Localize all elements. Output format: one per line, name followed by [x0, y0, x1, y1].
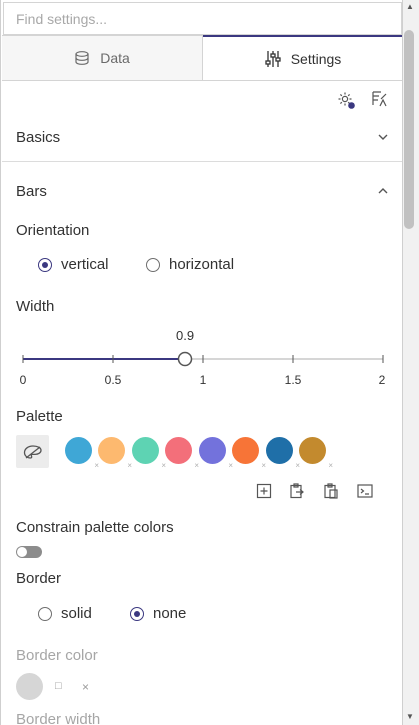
scroll-down-arrow-icon[interactable]: ▼ — [404, 712, 416, 722]
clear-icon[interactable]: × — [82, 680, 89, 694]
border-label: Border — [16, 570, 62, 587]
copy-icon[interactable] — [289, 483, 305, 499]
toolbar-icons — [336, 90, 388, 110]
section-basics-title: Basics — [16, 128, 61, 146]
radio-none[interactable]: none — [130, 605, 186, 622]
palette-icon — [23, 444, 42, 459]
radio-none-label: none — [153, 605, 187, 622]
remove-color-icon[interactable]: × — [161, 461, 166, 470]
paste-icon[interactable] — [323, 483, 339, 499]
radio-vertical-label: vertical — [61, 256, 109, 273]
tab-bar: Data Settings — [2, 35, 402, 81]
database-icon — [75, 51, 89, 65]
remove-color-icon[interactable]: × — [328, 461, 333, 470]
palette-label: Palette — [16, 408, 63, 425]
scrollbar-thumb[interactable] — [404, 30, 414, 229]
radio-horizontal-label: horizontal — [169, 256, 235, 273]
palette-swatch[interactable]: × — [132, 437, 166, 470]
gear-icon[interactable] — [336, 90, 356, 110]
remove-color-icon[interactable]: × — [194, 461, 199, 470]
palette-swatch[interactable]: × — [165, 437, 199, 470]
empty-square-icon[interactable]: □ — [55, 680, 62, 692]
radio-horizontal-indicator — [146, 257, 160, 272]
section-basics[interactable]: Basics — [2, 112, 402, 162]
width-slider[interactable] — [15, 348, 389, 370]
palette-swatch[interactable]: × — [299, 437, 333, 470]
search-input[interactable] — [16, 10, 389, 27]
radio-none-indicator — [130, 606, 144, 621]
border-color-label: Border color — [16, 647, 98, 664]
code-config-icon[interactable] — [370, 90, 388, 108]
slider-thumb[interactable] — [177, 351, 193, 367]
divider — [2, 161, 402, 162]
tick-label: 1.5 — [284, 373, 302, 387]
orientation-label: Orientation — [16, 222, 90, 239]
search-box[interactable] — [3, 2, 402, 35]
settings-panel: Data Settings Basics — [0, 0, 403, 725]
radio-solid-label: solid — [61, 605, 92, 622]
chevron-down-icon — [378, 134, 388, 140]
scroll-up-arrow-icon[interactable]: ▲ — [404, 2, 416, 12]
add-icon[interactable] — [256, 483, 272, 499]
radio-solid-indicator — [38, 606, 52, 621]
border-width-label: Border width — [16, 711, 101, 725]
section-bars-title: Bars — [16, 182, 47, 200]
chevron-up-icon — [378, 188, 388, 194]
section-bars[interactable]: Bars — [2, 166, 402, 216]
constrain-label: Constrain palette colors — [16, 519, 174, 536]
radio-horizontal[interactable]: horizontal — [146, 256, 234, 273]
border-color-swatch[interactable] — [16, 673, 43, 700]
palette-picker-button[interactable] — [16, 435, 49, 468]
width-label: Width — [16, 298, 55, 315]
remove-color-icon[interactable]: × — [261, 461, 266, 470]
palette-swatch[interactable]: × — [199, 437, 233, 470]
radio-solid[interactable]: solid — [38, 605, 92, 622]
palette-swatch[interactable]: × — [266, 437, 300, 470]
sliders-icon — [265, 50, 281, 67]
remove-color-icon[interactable]: × — [228, 461, 233, 470]
constrain-toggle[interactable] — [16, 546, 42, 558]
tab-settings-label: Settings — [290, 50, 342, 67]
tab-data-label: Data — [100, 50, 130, 66]
radio-vertical-indicator — [38, 257, 52, 272]
palette-swatch[interactable]: × — [98, 437, 132, 470]
remove-color-icon[interactable]: × — [127, 461, 132, 470]
tick-label: 2 — [378, 373, 386, 387]
tab-settings[interactable]: Settings — [203, 35, 402, 80]
remove-color-icon[interactable]: × — [295, 461, 300, 470]
remove-color-icon[interactable]: × — [94, 461, 99, 470]
tick-label: 0 — [19, 373, 27, 387]
tick-label: 0.5 — [104, 373, 122, 387]
palette-swatch[interactable]: × — [232, 437, 266, 470]
tab-data[interactable]: Data — [2, 35, 203, 80]
width-value: 0.9 — [176, 328, 195, 343]
radio-vertical[interactable]: vertical — [38, 256, 109, 273]
palette-swatch[interactable]: × — [65, 437, 99, 470]
terminal-icon[interactable] — [357, 483, 373, 499]
tick-label: 1 — [199, 373, 207, 387]
